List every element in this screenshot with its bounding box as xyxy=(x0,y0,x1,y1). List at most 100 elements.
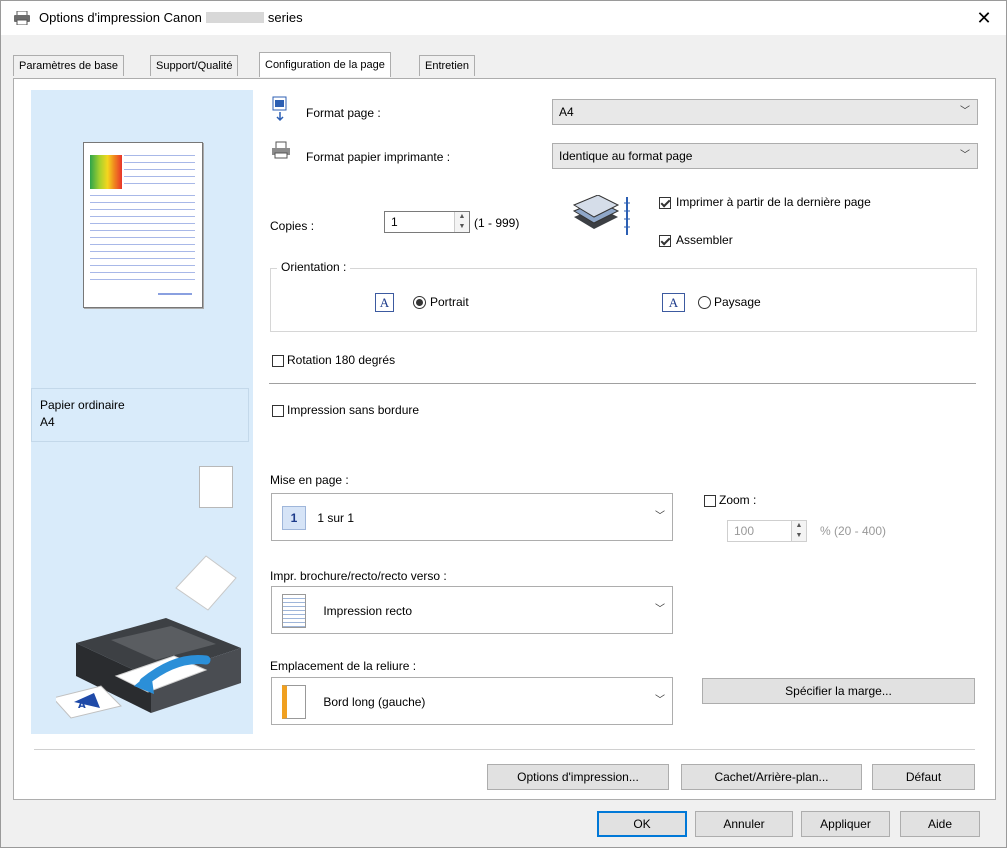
copies-spinbox[interactable]: 1 ▲ ▼ xyxy=(384,211,470,233)
close-icon: ✕ xyxy=(976,8,992,28)
preview-line xyxy=(124,169,195,170)
landscape-orientation-icon: A xyxy=(662,293,685,312)
spin-arrows-icon[interactable]: ▲ ▼ xyxy=(791,521,806,541)
tab-maintenance[interactable]: Entretien xyxy=(419,55,476,76)
preview-line xyxy=(90,216,195,217)
ok-button[interactable]: OK xyxy=(597,811,687,837)
copies-label: Copies : xyxy=(270,219,315,233)
preview-line xyxy=(90,237,195,238)
tab-media-quality[interactable]: Support/Qualité xyxy=(150,55,239,76)
document-preview xyxy=(83,142,203,308)
zoom-value: 100 xyxy=(734,524,755,538)
collate-label: Assembler xyxy=(676,233,733,247)
chevron-down-icon: ﹀ xyxy=(655,695,665,706)
help-button[interactable]: Aide xyxy=(900,811,980,837)
duplex-dropdown[interactable]: Impression recto ﹀ xyxy=(271,586,673,634)
page-size-dropdown[interactable]: A4 ﹀ xyxy=(552,99,978,125)
duplex-label: Impr. brochure/recto/recto verso : xyxy=(270,569,447,583)
preview-line xyxy=(90,202,195,203)
preview-line xyxy=(90,251,195,252)
preview-line xyxy=(124,176,195,177)
window-title-suffix: series xyxy=(267,10,303,25)
collate-checkbox[interactable] xyxy=(659,235,671,247)
tab-page-setup[interactable]: Configuration de la page xyxy=(259,52,391,77)
preview-line xyxy=(90,223,195,224)
duplex-value: Impression recto xyxy=(323,603,413,618)
printer-illustration: A xyxy=(56,555,241,719)
print-options-button[interactable]: Options d'impression... xyxy=(487,764,669,790)
window-title: Options d'impression Canon series xyxy=(39,10,303,25)
preview-line xyxy=(124,155,195,156)
rotate-180-label: Rotation 180 degrés xyxy=(287,353,396,367)
zoom-range: % (20 - 400) xyxy=(820,524,887,538)
defaults-button[interactable]: Défaut xyxy=(872,764,975,790)
chevron-down-icon: ﹀ xyxy=(960,106,970,117)
apply-button[interactable]: Appliquer xyxy=(801,811,890,837)
zoom-checkbox[interactable] xyxy=(704,495,716,507)
landscape-label: Paysage xyxy=(714,295,761,309)
spin-arrows-icon[interactable]: ▲ ▼ xyxy=(454,212,469,232)
stamp-background-button[interactable]: Cachet/Arrière-plan... xyxy=(681,764,862,790)
page-size-icon xyxy=(272,96,287,122)
preview-line xyxy=(90,244,195,245)
close-button[interactable]: ✕ xyxy=(962,1,1006,35)
tab-basic-settings[interactable]: Paramètres de base xyxy=(13,55,125,76)
specify-margin-button[interactable]: Spécifier la marge... xyxy=(702,678,975,704)
window-title-prefix: Options d'impression Canon xyxy=(39,10,202,25)
preview-line xyxy=(90,258,195,259)
chevron-down-icon: ﹀ xyxy=(655,511,665,522)
preview-line xyxy=(90,279,195,280)
preview-line xyxy=(124,162,195,163)
page-size-value: A4 xyxy=(559,105,574,119)
preview-area: Papier ordinaire A4 A xyxy=(31,90,253,734)
page-layout-label: Mise en page : xyxy=(270,473,349,487)
printer-paper-size-dropdown[interactable]: Identique au format page ﹀ xyxy=(552,143,978,169)
redacted-model-name xyxy=(205,12,264,23)
binding-value: Bord long (gauche) xyxy=(323,694,426,709)
chevron-down-icon: ﹀ xyxy=(960,150,970,161)
orientation-title: Orientation : xyxy=(277,260,351,274)
page-layout-icon: 1 xyxy=(282,505,306,530)
preview-line xyxy=(90,272,195,273)
tab-panel-page-setup: Papier ordinaire A4 A Format page: A4 ﹀… xyxy=(13,78,996,800)
print-from-last-page-checkbox[interactable] xyxy=(659,197,671,209)
page-layout-dropdown[interactable]: 1 1 sur 1 ﹀ xyxy=(271,493,673,541)
media-type-text: Papier ordinaire xyxy=(40,398,125,412)
page-layout-value: 1 sur 1 xyxy=(317,510,355,525)
portrait-radio[interactable] xyxy=(413,296,426,309)
preview-line xyxy=(90,265,195,266)
copies-stack-icon xyxy=(572,195,630,235)
preview-line xyxy=(90,195,195,196)
preview-footer-line xyxy=(158,293,192,295)
printer-paper-size-label: Format papier imprimante : xyxy=(306,150,451,164)
title-bar: Options d'impression Canon series ✕ xyxy=(1,1,1006,35)
zoom-label: Zoom : xyxy=(719,493,757,507)
media-info-box: Papier ordinaire A4 xyxy=(31,388,249,442)
print-options-window: Options d'impression Canon series ✕ Param… xyxy=(0,0,1007,848)
section-divider xyxy=(269,383,976,384)
printer-paper-size-value: Identique au format page xyxy=(559,149,693,163)
preview-line xyxy=(124,183,195,184)
long-edge-left-icon xyxy=(282,684,306,719)
printer-icon xyxy=(14,11,30,25)
zoom-spinbox[interactable]: 100 ▲ ▼ xyxy=(727,520,807,542)
preview-line xyxy=(90,230,195,231)
portrait-orientation-icon: A xyxy=(375,293,394,312)
rotate-180-checkbox[interactable] xyxy=(272,355,284,367)
portrait-label: Portrait xyxy=(430,295,469,309)
color-sample xyxy=(90,155,122,189)
bottom-divider xyxy=(34,749,975,750)
preview-line xyxy=(90,209,195,210)
chevron-down-icon: ﹀ xyxy=(655,604,665,615)
svg-text:A: A xyxy=(78,700,86,711)
binding-dropdown[interactable]: Bord long (gauche) ﹀ xyxy=(271,677,673,725)
media-size-text: A4 xyxy=(40,415,55,429)
landscape-radio[interactable] xyxy=(698,296,711,309)
copies-range: (1 - 999) xyxy=(474,216,520,230)
borderless-label: Impression sans bordure xyxy=(287,403,420,417)
paper-size-icon xyxy=(199,466,233,508)
cancel-button[interactable]: Annuler xyxy=(695,811,793,837)
copies-value: 1 xyxy=(391,215,398,229)
page-size-label: Format page : xyxy=(306,106,381,120)
borderless-checkbox[interactable] xyxy=(272,405,284,417)
